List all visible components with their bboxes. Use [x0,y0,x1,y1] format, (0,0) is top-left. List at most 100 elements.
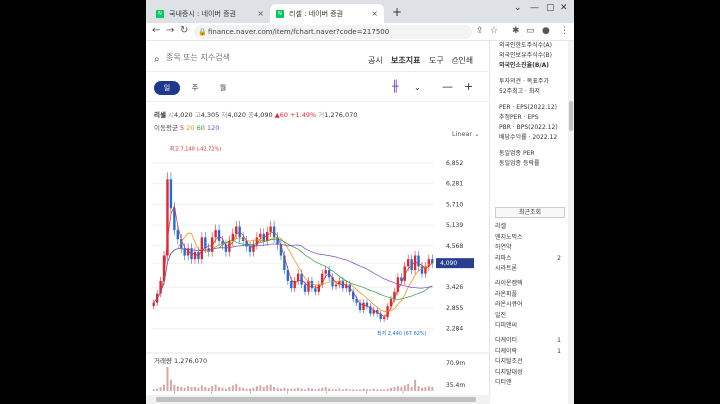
candle-body [324,270,327,274]
reload-icon[interactable]: ↻ [180,25,188,36]
recent-list: 디케이티 1 디케이락 1 디지털조선디지탈대성 디티앤 [495,336,561,389]
stock-info-item: 외국인보유주식수(B) [499,52,552,59]
volume-bar [297,387,300,391]
address-bar: ← → ↻ 🔒 finance.naver.com/item/fchart.nav… [146,23,574,41]
list-item[interactable]: 라이온켐텍 [495,279,561,290]
list-item[interactable]: 리파스 2 [495,254,561,265]
tab-chart[interactable]: N 리셀 : 네이버 증권 × [270,4,384,23]
volume-bar [269,384,272,391]
list-item[interactable]: 엔지노믹스 [495,233,561,244]
candle-body [417,255,420,267]
ma120-label: 120 [206,124,220,132]
tools-button[interactable]: 도구 [429,55,444,66]
list-item[interactable]: 디지털조선 [495,357,561,368]
notice-button[interactable]: 공시 [368,55,383,66]
volume-bar [362,388,365,391]
close-icon[interactable]: × [371,9,378,18]
vertical-scrollbar[interactable] [568,41,574,404]
chevron-down-icon[interactable]: ⌄ [414,83,421,92]
forward-icon[interactable]: → [166,25,174,36]
share-icon[interactable]: ⇪ [476,26,484,36]
period-day[interactable]: 일 [154,81,180,95]
tab-market[interactable]: N 국내증시 : 네이버 증권 × [150,4,270,23]
print-button[interactable]: ⎙인쇄 [452,55,473,66]
recent-view-header[interactable]: 최근조회 [495,207,565,218]
scroll-thumb[interactable] [569,101,573,131]
scroll-thumb[interactable] [156,397,476,402]
zoom-out-icon[interactable]: — [442,80,453,93]
stock-info-item: PBR · BPS(2022.12) [499,124,558,131]
list-item[interactable]: 디지탈대성 [495,368,561,379]
volume-bar [159,387,162,391]
back-icon[interactable]: ← [152,25,160,36]
search-icon[interactable]: ⌕ [154,54,160,65]
finance-app: ⌕ 공시 보조지표 도구 ⎙인쇄 일 주 월 ╫ ⌄ — + 리셀 시4,020… [146,41,574,404]
list-item[interactable]: 디케이락 1 [495,347,561,358]
list-item-name: 엔지노믹스 [495,233,523,241]
scale-dropdown[interactable]: Linear ⌄ [452,130,480,138]
star-icon[interactable]: ☆ [490,26,498,36]
period-month[interactable]: 월 [210,81,236,95]
extensions-icon[interactable]: ✱ [512,26,520,36]
list-item[interactable]: 디케이티 1 [495,336,561,347]
list-item[interactable]: 디티앤 [495,378,561,389]
chart-toolbar: ⌕ 공시 보조지표 도구 ⎙인쇄 [146,51,490,71]
maximize-button[interactable]: ▢ [546,3,555,13]
browser-window: N 국내증시 : 네이버 증권 × N 리셀 : 네이버 증권 × + ⌄ — ▢ ✕ … [146,0,574,404]
list-item[interactable]: 디피앤씨 [495,321,561,332]
candle-body [296,273,300,281]
list-item[interactable]: 리셀 [495,222,561,233]
candle-body [204,237,207,249]
horizontal-scrollbar[interactable] [146,395,490,404]
print-label: 인쇄 [458,56,474,65]
tab-label: 리셀 : 네이버 증권 [289,9,344,18]
search-input[interactable] [166,53,296,62]
volume-bar [386,388,389,391]
y-tick-label: 5,139 [446,222,463,229]
url-field[interactable]: 🔒 finance.naver.com/item/fchart.naver?cod… [194,25,472,39]
list-item[interactable]: 하연약 [495,243,561,254]
volume-bar [283,387,286,391]
volume-bar [317,388,320,391]
high-value: 4,305 [200,111,220,119]
price-chart[interactable]: 6,852 6,281 5,710 5,139 4,568 3,426 2,855 2,284… [146,139,490,404]
list-item[interactable]: 라온피플 [495,290,561,301]
indicator-button[interactable]: 보조지표 [391,55,420,66]
volume-bar [242,387,245,391]
ma60-label: 60 [196,124,205,132]
volume-label: 거래량 1,276,070 [154,356,207,365]
new-tab-button[interactable]: + [392,5,402,19]
volume-bar [393,387,396,391]
list-item-name: 일진 [495,311,507,319]
period-week[interactable]: 주 [182,81,208,95]
candle-body [259,233,262,238]
close-window-button[interactable]: ✕ [560,3,568,13]
volume-bar [334,389,337,391]
candle-body [166,179,169,256]
sidepanel-icon[interactable]: ▭ [526,26,535,36]
zoom-in-icon[interactable]: + [464,80,473,93]
list-item[interactable]: 시라트론 [495,264,561,275]
list-item[interactable]: 일진 [495,311,561,322]
ma-line [153,238,433,303]
candle-type-icon[interactable]: ╫ [392,80,399,93]
volume-bar [307,387,310,391]
ma5-label: 5 [180,124,185,132]
minimize-button[interactable]: — [530,3,539,13]
list-item-name: 디지털조선 [495,358,523,365]
volume-bar [221,387,224,391]
menu-icon[interactable]: ⋮ [560,26,569,36]
list-item-name: 라온시큐어 [495,301,523,308]
volume-bar [197,387,200,391]
volume-bar [252,387,255,391]
volume-bar [365,389,368,391]
volume-bar [345,388,348,391]
list-item[interactable]: 라온시큐어 [495,300,561,311]
volume-bar [193,387,196,391]
chevron-down-icon[interactable]: ⌄ [514,3,522,13]
list-item-name: 라온피플 [495,290,518,298]
close-icon[interactable]: × [257,9,264,18]
candle-body [200,237,204,260]
avatar[interactable]: ● [542,26,550,36]
stock-info-item: 추정PER · EPS [499,114,539,121]
